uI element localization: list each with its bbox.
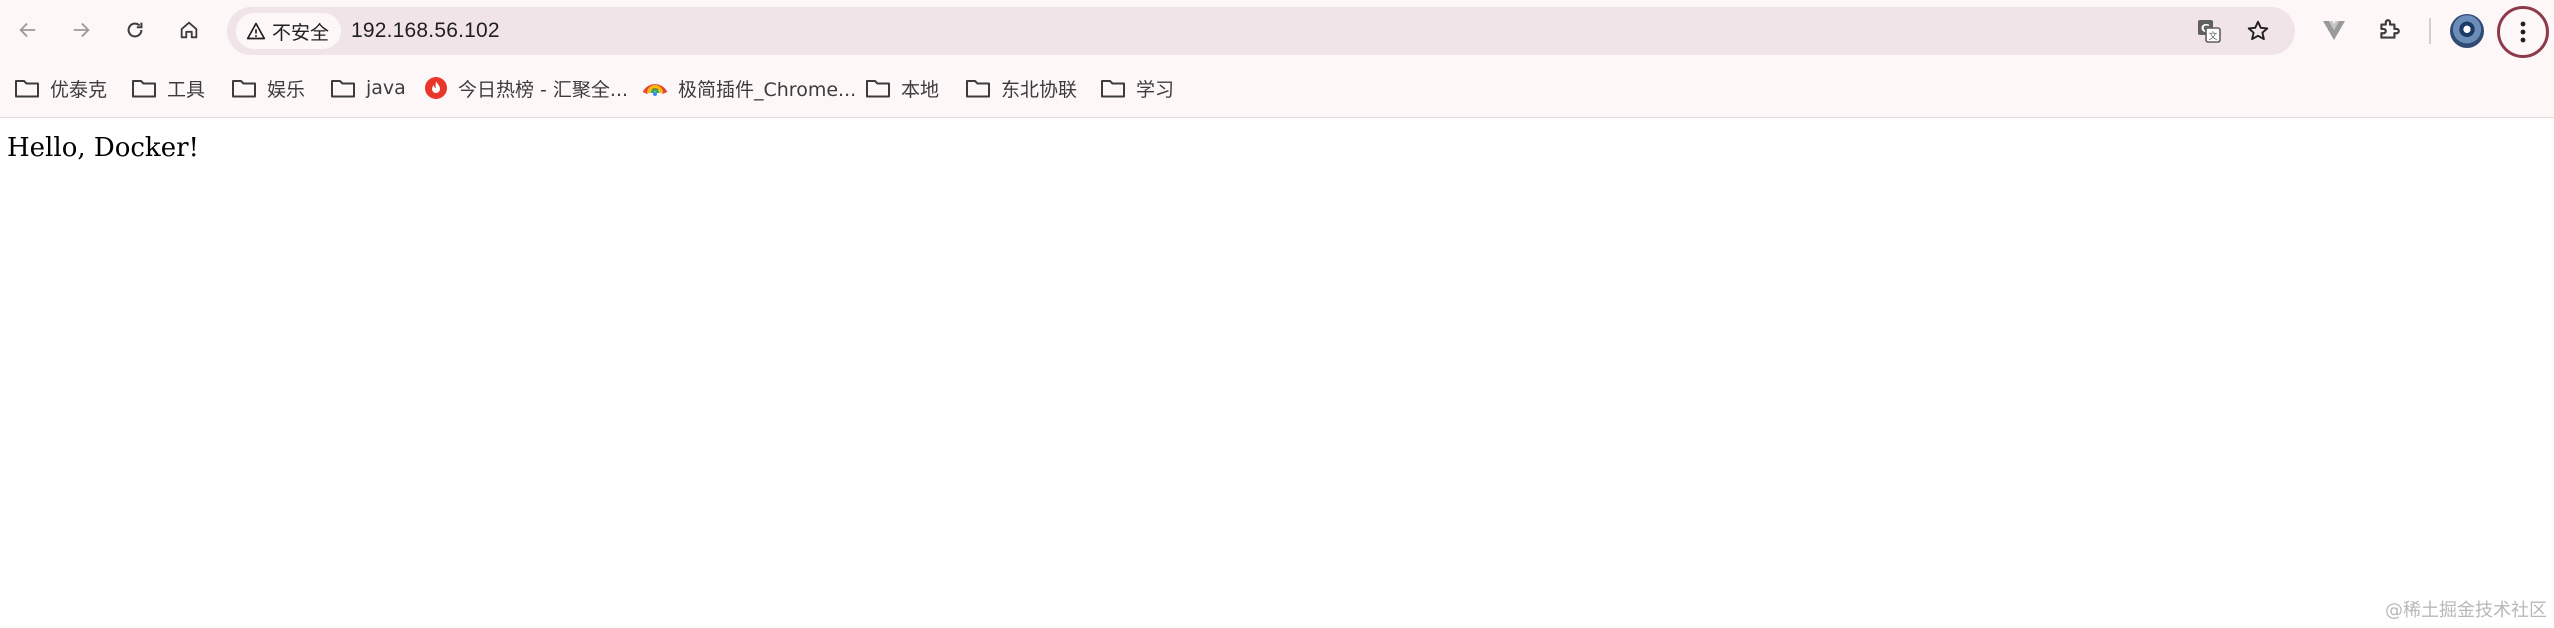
reload-button[interactable] xyxy=(115,10,155,50)
bookmark-label: 娱乐 xyxy=(267,78,306,101)
watermark: @稀土掘金技术社区 xyxy=(2385,600,2547,621)
browser-toolbar: 不安全 192.168.56.102 G文 xyxy=(0,0,2554,62)
bookmark-folder-local[interactable]: 本地 xyxy=(865,71,939,105)
folder-icon xyxy=(866,80,890,98)
reload-icon xyxy=(127,22,143,38)
folder-icon xyxy=(331,80,355,98)
forward-button[interactable] xyxy=(61,10,101,50)
bookmark-jinrirebang[interactable]: 今日热榜 - 汇聚全... xyxy=(424,71,628,105)
bookmark-label: 极简插件_Chrome... xyxy=(678,78,857,101)
folder-icon xyxy=(132,80,156,98)
star-icon xyxy=(2247,20,2269,41)
bookmark-label: 工具 xyxy=(167,78,206,101)
bookmark-folder-youtaike[interactable]: 优泰克 xyxy=(14,71,107,105)
folder-icon xyxy=(15,80,39,98)
bookmark-label: 今日热榜 - 汇聚全... xyxy=(458,78,629,101)
toolbar-divider xyxy=(2429,18,2431,44)
kebab-menu-icon xyxy=(2520,21,2526,43)
folder-icon xyxy=(1101,80,1125,98)
url-text[interactable]: 192.168.56.102 xyxy=(351,19,500,43)
arrow-right-icon xyxy=(73,22,90,38)
folder-icon xyxy=(232,80,256,98)
bookmark-folder-study[interactable]: 学习 xyxy=(1100,71,1174,105)
arrow-left-icon xyxy=(19,22,36,38)
security-label: 不安全 xyxy=(272,21,330,44)
back-button[interactable] xyxy=(8,10,48,50)
page-viewport: Hello, Docker! @稀土掘金技术社区 xyxy=(0,119,2554,628)
warning-triangle-icon xyxy=(246,22,266,40)
bookmark-label: java xyxy=(366,77,406,99)
address-bar[interactable]: 不安全 192.168.56.102 G文 xyxy=(227,7,2295,55)
puzzle-icon xyxy=(2380,19,2400,39)
browser-menu-button[interactable] xyxy=(2497,6,2549,58)
folder-icon xyxy=(966,80,990,98)
home-icon xyxy=(180,21,198,39)
bookmark-label: 学习 xyxy=(1136,78,1175,101)
translate-icon: G文 xyxy=(2198,20,2221,43)
page-body-text: Hello, Docker! xyxy=(7,133,199,163)
bookmark-label: 东北协联 xyxy=(1001,78,1078,101)
bookmark-folder-dongbeixielian[interactable]: 东北协联 xyxy=(965,71,1077,105)
translate-button[interactable]: G文 xyxy=(2195,17,2223,45)
vue-devtools-icon xyxy=(2323,21,2345,40)
vue-devtools-extension[interactable] xyxy=(2317,13,2351,47)
chrome-icon xyxy=(642,84,668,96)
bookmark-label: 本地 xyxy=(901,78,940,101)
bookmark-folder-java[interactable]: java xyxy=(330,71,406,105)
bookmark-star-button[interactable] xyxy=(2244,17,2272,45)
bookmark-folder-entertainment[interactable]: 娱乐 xyxy=(231,71,305,105)
avatar[interactable] xyxy=(2450,14,2484,48)
flame-icon xyxy=(425,77,447,99)
extensions-button[interactable] xyxy=(2372,13,2406,47)
svg-text:文: 文 xyxy=(2208,30,2217,42)
bookmark-label: 优泰克 xyxy=(50,78,108,101)
security-indicator[interactable]: 不安全 xyxy=(236,13,342,49)
bookmark-folder-tools[interactable]: 工具 xyxy=(131,71,205,105)
home-button[interactable] xyxy=(169,10,209,50)
bookmarks-bar: 优泰克 工具 娱乐 java 今日热榜 - 汇聚全... 极简插件_Chrome… xyxy=(0,62,2554,118)
bookmark-jijian-chrome[interactable]: 极简插件_Chrome... xyxy=(642,71,856,105)
